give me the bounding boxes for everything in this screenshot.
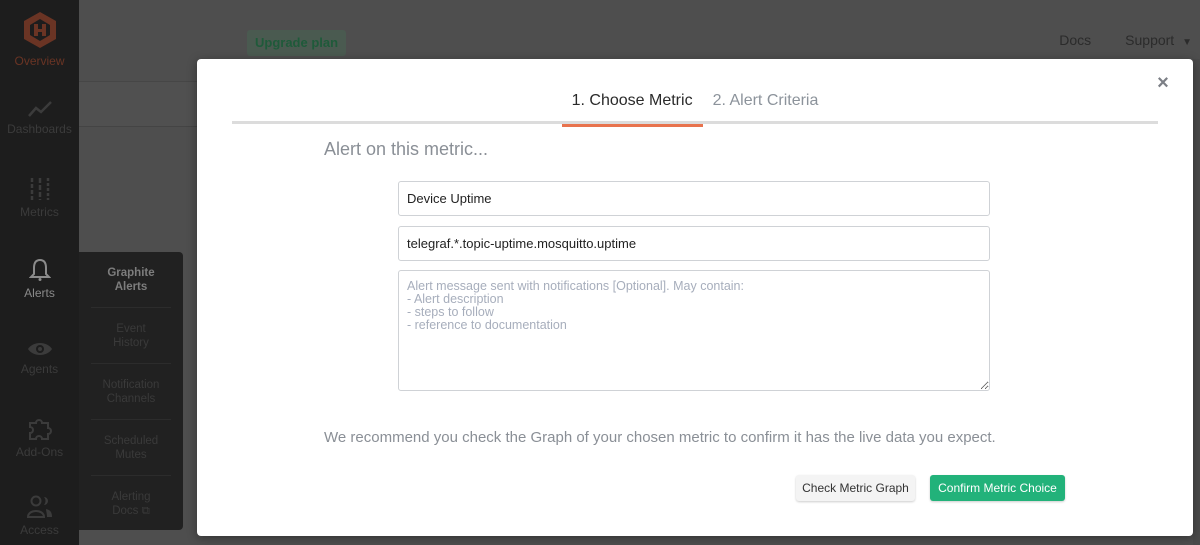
step-tabs: 1. Choose Metric 2. Alert Criteria [232,84,1158,127]
submenu-label: Event [116,322,146,335]
confirm-metric-choice-button[interactable]: Confirm Metric Choice [930,475,1065,501]
section-title: Alert on this metric... [324,139,489,159]
submenu-label: Notification [102,378,160,391]
puzzle-icon [28,419,52,440]
sidebar: Overview Dashboards Metrics Alerts Agent… [0,0,79,545]
submenu-label: Alerts [114,280,148,293]
bell-icon [28,258,51,281]
sidebar-item-alerts[interactable]: Alerts [0,258,79,300]
submenu-item-scheduled-mutes[interactable]: Scheduled Mutes [91,420,171,476]
submenu-item-graphite-alerts[interactable]: Graphite Alerts [91,252,171,308]
upgrade-plan-button[interactable]: Upgrade plan [247,30,347,56]
users-icon [26,495,52,518]
chevron-down-icon: ▼ [1182,37,1192,48]
sidebar-item-access[interactable]: Access [0,495,79,537]
sidebar-item-dashboards[interactable]: Dashboards [0,100,79,136]
submenu-label: Docs ⧉ [112,505,150,517]
submenu-label: History [113,336,149,349]
alert-name-input[interactable] [398,181,990,216]
create-alert-modal: × 1. Choose Metric 2. Alert Criteria Ale… [197,59,1193,536]
sidebar-item-label: Alerts [24,286,55,300]
line-chart-icon [27,101,52,117]
submenu-label: Graphite [107,266,155,279]
tab-alert-criteria[interactable]: 2. Alert Criteria [703,84,829,124]
sidebar-item-metrics[interactable]: Metrics [0,177,79,219]
submenu-label: Alerting [111,491,151,503]
eye-icon [27,343,52,355]
submenu-label: Mutes [115,448,147,461]
support-label: Support [1125,32,1175,48]
submenu-item-event-history[interactable]: Event History [91,308,171,364]
metrics-bars-icon [30,178,49,200]
metric-path-input[interactable] [398,226,990,261]
alerts-submenu: Graphite Alerts Event History Notification… [79,252,183,530]
sidebar-item-add-ons[interactable]: Add-Ons [0,415,79,459]
check-metric-graph-button[interactable]: Check Metric Graph [796,475,915,501]
alert-message-textarea[interactable] [398,270,990,391]
tab-choose-metric[interactable]: 1. Choose Metric [561,84,703,127]
recommendation-text: We recommend you check the Graph of your… [324,429,996,446]
top-links: Docs Support ▼ [1059,32,1192,48]
sidebar-item-agents[interactable]: Agents [0,340,79,376]
submenu-label: Channels [106,392,156,405]
sidebar-item-overview[interactable]: Overview [0,10,79,68]
background-edge [1193,59,1200,545]
sidebar-item-label: Agents [20,362,59,376]
docs-link[interactable]: Docs [1059,32,1091,48]
logo-hexagon-icon [23,12,56,48]
sidebar-item-label: Overview [14,54,65,68]
sidebar-item-label: Metrics [20,205,59,219]
submenu-item-alerting-docs[interactable]: Alerting Docs ⧉ [91,476,171,532]
sidebar-item-label: Dashboards [7,122,72,136]
support-menu[interactable]: Support ▼ [1125,32,1192,48]
sidebar-item-label: Access [20,523,59,537]
sidebar-item-label: Add-Ons [15,445,64,459]
submenu-item-notification-channels[interactable]: Notification Channels [91,364,171,420]
submenu-label: Scheduled [103,434,159,447]
